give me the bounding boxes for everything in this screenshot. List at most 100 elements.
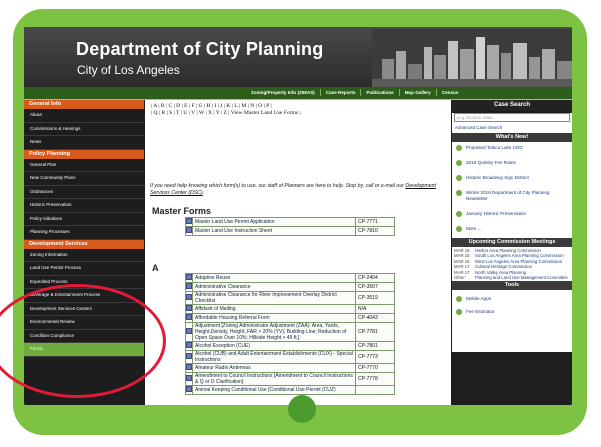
site-title[interactable]: Department of City Planning [76,39,323,60]
topnav-census[interactable]: Census [437,89,464,96]
form-code: CP-3519 [355,291,395,305]
form-code: CP-7770 [355,363,395,373]
pdf-icon[interactable] [185,341,193,351]
pdf-icon[interactable] [185,363,193,373]
topnav-publications[interactable]: Publications [361,89,400,96]
whats-new-heading: What's New! [452,133,572,142]
sidebar-item-news[interactable]: News [24,136,144,150]
news-item[interactable]: Historic Broadway Sign District [452,172,572,187]
pdf-icon[interactable] [185,322,193,342]
pdf-icon[interactable] [185,282,193,292]
form-name[interactable]: Amendment to Council Instructions [Amend… [192,372,356,386]
news-more-link[interactable]: More ... [452,223,572,238]
sidebar-item-general-plan[interactable]: General Plan [24,159,144,172]
form-name[interactable]: Master Land Use Instruction Sheet [192,226,356,236]
topnav-case-reports[interactable]: Case Reports [321,89,362,96]
bullet-icon [456,190,462,196]
form-name[interactable]: Adaptive Reuse [192,273,356,283]
pdf-icon[interactable] [185,304,193,314]
form-code: CP-7773 [355,350,395,364]
table-row[interactable]: Affidavit of Mailing N/A [185,304,395,314]
tools-heading: Tools [452,281,572,291]
pdf-icon[interactable] [185,226,193,236]
table-row[interactable]: Master Land Use Instruction Sheet CP-781… [185,226,395,236]
form-code: CP-2404 [355,273,395,283]
alphabet-index: | A | B | C | D | E | F | G | H | I | J … [151,103,301,117]
case-search-input[interactable]: (e.g. ZA-2011-3056) [454,113,570,122]
main-content: | A | B | C | D | E | F | G | H | I | J … [145,100,451,405]
pdf-icon[interactable] [185,385,193,395]
sidebar-item-about[interactable]: About [24,109,144,123]
bullet-icon [456,295,462,302]
table-row[interactable]: Amateur Radio Antennas CP-7770 [185,363,395,373]
pdf-icon[interactable] [185,273,193,283]
form-code [355,385,395,395]
topnav-map-gallery[interactable]: Map Gallery [400,89,437,96]
pdf-icon[interactable] [185,291,193,305]
bullet-icon [456,308,462,315]
news-item[interactable]: January Historic Preservation [452,208,572,223]
form-name[interactable]: Alcohol (CUB) and Adult Entertainment Es… [192,350,356,364]
form-name[interactable]: Amateur Radio Antennas [192,363,356,373]
table-row[interactable]: Animal Keeping Conditional Use [Conditio… [185,385,395,395]
table-row[interactable]: Master Land Use Permit Application CP-77… [185,217,395,227]
right-sidebar: Case Search (e.g. ZA-2011-3056) Advanced… [452,100,572,405]
sidebar-item-commissions[interactable]: Commissions & Hearings [24,123,144,136]
form-name[interactable]: Affidavit of Mailing [192,304,356,314]
form-code: CP-7810 [355,226,395,236]
master-forms-table: Master Land Use Permit Application CP-77… [185,217,395,236]
tablet-home-button[interactable] [288,395,316,423]
table-row[interactable]: Administrative Clearance CP-3507 [185,282,395,292]
pdf-icon[interactable] [185,350,193,364]
table-row[interactable]: Alcohol (CUB) and Adult Entertainment Es… [185,350,395,364]
sidebar-item-policy-initiatives[interactable]: Policy Initiatives [24,213,144,226]
form-name[interactable]: Affordable Housing Referral Form [192,313,356,323]
sidebar-item-land-use-permit[interactable]: Land Use Permit Process [24,262,144,276]
pdf-icon[interactable] [185,217,193,227]
meetings-list: MAR 15 Harbor Area Planning Commission MA… [452,247,572,282]
bullet-icon [456,145,462,151]
table-row[interactable]: Affordable Housing Referral Form CP-4043 [185,313,395,323]
news-item[interactable]: Winter 2016 Department of City Planning … [452,187,572,208]
alphabet-line-2[interactable]: | Q | R | S | T | U | V | W | X | Y | Z … [151,110,301,117]
sidebar-item-planning-processes[interactable]: Planning Processes [24,226,144,240]
table-row[interactable]: Alcohol Exception (CUE) CP-7801 [185,341,395,351]
topnav-zimas[interactable]: Zoning/Property Info (ZIMAS) [246,89,321,96]
form-code: CP-7781 [355,322,395,342]
form-name[interactable]: Administrative Clearance for River Impro… [192,291,356,305]
form-name[interactable]: Animal Keeping Conditional Use [Conditio… [192,385,356,395]
sidebar-item-historic-preservation[interactable]: Historic Preservation [24,199,144,213]
table-row[interactable]: Adjustment [Zoning Administrator Adjustm… [185,322,395,342]
form-name[interactable]: Master Land Use Permit Application [192,217,356,227]
table-row[interactable]: Amendment to Council Instructions [Amend… [185,372,395,386]
table-row[interactable]: Administrative Clearance for River Impro… [185,291,395,305]
form-name[interactable]: Alcohol Exception (CUE) [192,341,356,351]
pdf-icon[interactable] [185,372,193,386]
sidebar-item-ordinances[interactable]: Ordinances [24,186,144,199]
list-item[interactable]: Other: Planning and Land Use Management C… [454,275,570,280]
news-item[interactable]: Proposed Toluca Lake CDO [452,142,572,157]
bullet-icon [456,160,462,166]
form-name[interactable]: Administrative Clearance [192,282,356,292]
intro-sentence: If you need help knowing which form(s) t… [150,183,404,189]
pdf-icon[interactable] [185,313,193,323]
sidebar-item-zoning-information[interactable]: Zoning Information [24,249,144,262]
news-item[interactable]: 2016 Quimby Fee Rates [452,157,572,172]
case-search-heading: Case Search [452,100,572,111]
master-forms-heading: Master Forms [152,206,212,216]
table-row[interactable]: Adaptive Reuse CP-2404 [185,273,395,283]
sidebar-heading-development: Development Services [24,239,144,249]
sidebar-item-community-plans[interactable]: New Community Plans [24,172,144,186]
tool-mobile-apps[interactable]: Mobile Apps [452,292,572,305]
tool-fee-estimator[interactable]: Fee Estimator [452,305,572,318]
alphabet-line-1[interactable]: | A | B | C | D | E | F | G | H | I | J … [151,103,301,110]
sidebar-heading-policy: Policy Planning [24,149,144,159]
form-name[interactable]: Adjustment [Zoning Administrator Adjustm… [192,322,356,342]
commission-meetings-heading: Upcoming Commission Meetings [452,238,572,247]
form-code: CP-4043 [355,313,395,323]
advanced-case-search-link[interactable]: Advanced Case Search [452,124,572,131]
form-code: CP-7771 [355,217,395,227]
form-code: CP-7801 [355,341,395,351]
form-code: CP-3507 [355,282,395,292]
bullet-icon [456,226,462,232]
